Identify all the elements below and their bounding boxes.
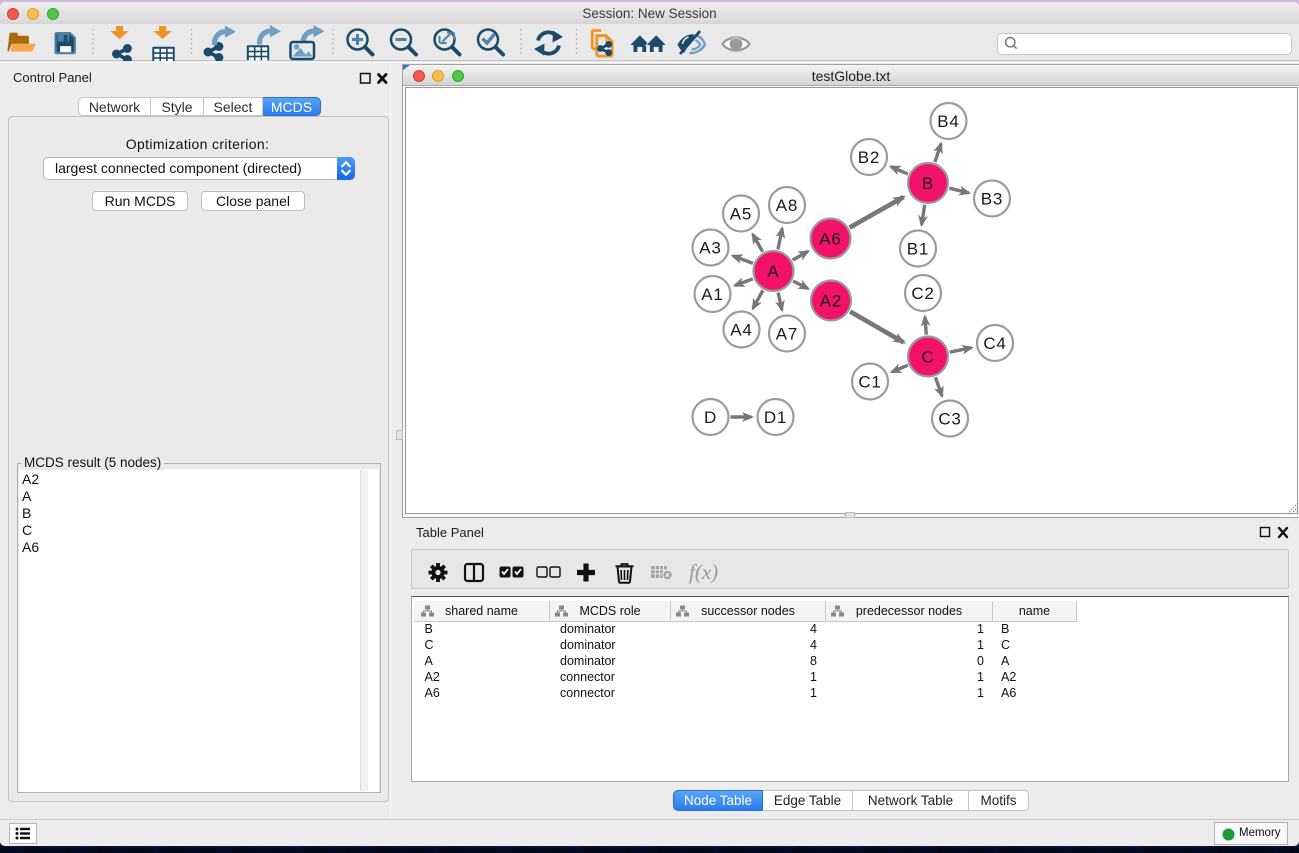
svg-text:B: B (922, 174, 934, 193)
svg-text:B2: B2 (858, 148, 880, 167)
svg-text:D1: D1 (764, 408, 787, 427)
svg-text:f(x): f(x) (689, 560, 718, 584)
svg-text:C2: C2 (911, 284, 934, 303)
svg-text:A6: A6 (819, 230, 841, 249)
svg-text:A8: A8 (776, 196, 798, 215)
svg-text:C1: C1 (858, 373, 881, 392)
svg-text:C4: C4 (983, 334, 1006, 353)
svg-text:A: A (767, 262, 779, 281)
svg-text:A3: A3 (699, 239, 721, 258)
svg-text:A2: A2 (820, 292, 842, 311)
svg-text:B4: B4 (937, 112, 959, 131)
svg-text:B1: B1 (907, 240, 929, 259)
svg-text:C: C (921, 348, 934, 367)
svg-text:A7: A7 (776, 325, 798, 344)
svg-text:A1: A1 (701, 285, 723, 304)
svg-text:A4: A4 (730, 321, 752, 340)
svg-text:D: D (704, 408, 717, 427)
svg-text:B3: B3 (981, 190, 1003, 209)
svg-text:A5: A5 (730, 205, 752, 224)
svg-text:C3: C3 (938, 410, 961, 429)
